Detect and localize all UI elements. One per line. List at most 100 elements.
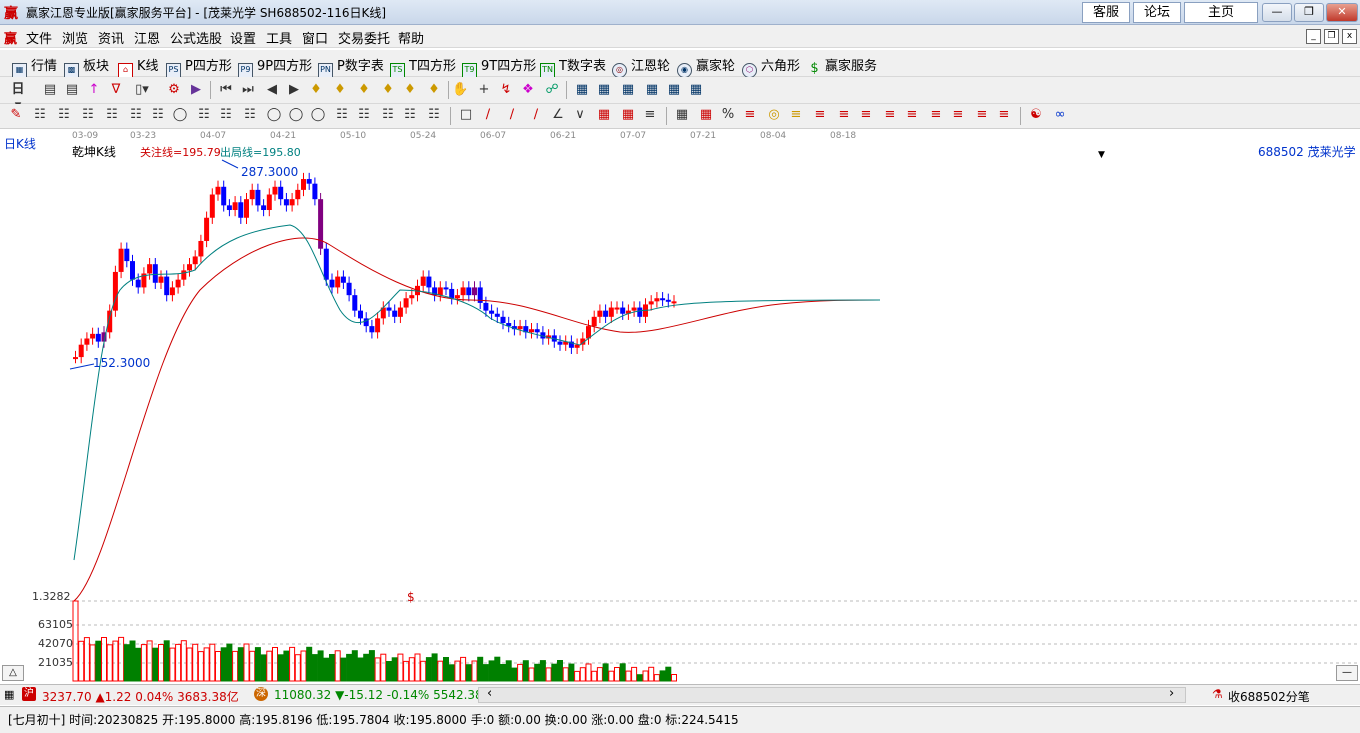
menu-trade[interactable]: 交易委托 [338, 28, 390, 47]
first-icon[interactable]: ⏮ [218, 82, 234, 98]
tool-t-table[interactable]: TN T数字表 [540, 55, 606, 78]
percent-icon[interactable]: % [720, 107, 736, 123]
draw-tool-icon-5[interactable]: ☷ [128, 107, 144, 123]
wave-icon[interactable]: ∨ [572, 107, 588, 123]
last-icon[interactable]: ⏭ [240, 82, 256, 98]
tool-winner-service[interactable]: $ 赢家服务 [808, 55, 877, 76]
left-icon[interactable]: ◀ [264, 82, 280, 98]
network-icon[interactable]: ☍ [544, 82, 560, 98]
volume-selector-icon[interactable]: ▯▾ [134, 82, 150, 98]
circle-tool-icon[interactable]: ◯ [172, 107, 188, 123]
expand-up-icon[interactable]: △ [2, 665, 24, 681]
infinity-icon[interactable]: ∞ [1052, 107, 1068, 123]
menu-news[interactable]: 资讯 [98, 28, 124, 47]
draw-tool-icon-7[interactable]: ☷ [196, 107, 212, 123]
calendar-icon[interactable]: ▦ [574, 82, 590, 98]
tool-9t-square[interactable]: T9 9T四方形 [462, 55, 536, 78]
weekly-icon[interactable]: ▤ [42, 82, 58, 98]
scroll-right-icon[interactable]: › [1169, 686, 1174, 701]
angle-icon[interactable]: ∠ [550, 107, 566, 123]
fan-line-icon-3[interactable]: ∕ [528, 107, 544, 123]
circle-tool-icon-4[interactable]: ◯ [310, 107, 326, 123]
tool-winner-wheel[interactable]: ◉ 赢家轮 [677, 55, 735, 78]
level-tool-icon-10[interactable]: ≡ [974, 107, 990, 123]
coin-icon[interactable]: ◎ [766, 107, 782, 123]
draw-tool-icon-3[interactable]: ☷ [80, 107, 96, 123]
mdi-minimize-button[interactable]: _ [1306, 29, 1321, 44]
forum-link[interactable]: 论坛 [1133, 2, 1181, 23]
draw-tool-icon-1[interactable]: ☷ [32, 107, 48, 123]
maximize-button[interactable]: ❐ [1294, 3, 1324, 22]
grid-tool-icon[interactable]: ▦ [596, 107, 612, 123]
tool-quote[interactable]: ▦ 行情 [12, 55, 57, 78]
gann-fan-icon-6[interactable]: ♦ [426, 82, 442, 98]
close-button[interactable]: ✕ [1326, 3, 1358, 22]
menu-browse[interactable]: 浏览 [62, 28, 88, 47]
level-tool-icon[interactable]: ≡ [742, 107, 758, 123]
cube-icon[interactable]: ❖ [520, 82, 536, 98]
tool-t-square[interactable]: TS T四方形 [390, 55, 456, 78]
draw-tool-icon-10[interactable]: ☷ [334, 107, 350, 123]
draw-tool-icon-8[interactable]: ☷ [218, 107, 234, 123]
shanghai-index-icon[interactable]: 沪 [22, 687, 36, 701]
draw-tool-icon-9[interactable]: ☷ [242, 107, 258, 123]
menu-file[interactable]: 文件 [26, 28, 52, 47]
grid-tool-icon-2[interactable]: ▦ [620, 107, 636, 123]
circle-tool-icon-3[interactable]: ◯ [288, 107, 304, 123]
scroll-left-icon[interactable]: ‹ [487, 686, 492, 701]
print-icon[interactable]: ▦ [666, 82, 682, 98]
gann-fan-icon-1[interactable]: ♦ [308, 82, 324, 98]
tool-hexagon[interactable]: ⬡ 六角形 [742, 55, 800, 78]
crosshair-icon[interactable]: + [476, 82, 492, 98]
gann-fan-icon-4[interactable]: ♦ [380, 82, 396, 98]
tick-icon[interactable]: ⚗ [1212, 687, 1223, 701]
tick-data-label[interactable]: 收688502分笔 [1228, 688, 1310, 705]
hand-icon[interactable]: ✋ [452, 82, 468, 98]
menu-window[interactable]: 窗口 [302, 28, 328, 47]
level-tool-icon-3[interactable]: ≡ [812, 107, 828, 123]
grid-icon[interactable]: ▦ [620, 82, 636, 98]
settings-icon[interactable]: ⚙ [166, 82, 182, 98]
circle-tool-icon-2[interactable]: ◯ [266, 107, 282, 123]
menu-help[interactable]: 帮助 [398, 28, 424, 47]
draw-tool-icon-11[interactable]: ☷ [356, 107, 372, 123]
shenzhen-index-icon[interactable]: 深 [254, 687, 268, 701]
draw-tool-icon-12[interactable]: ☷ [380, 107, 396, 123]
menu-settings[interactable]: 设置 [230, 28, 256, 47]
lines-tool-icon[interactable]: ≡ [642, 107, 658, 123]
menu-formula[interactable]: 公式选股 [170, 28, 222, 47]
fan-line-icon[interactable]: ∕ [480, 107, 496, 123]
tool-9p-square[interactable]: P9 9P四方形 [238, 55, 312, 78]
gann-fan-icon-5[interactable]: ♦ [402, 82, 418, 98]
yinyang-icon[interactable]: ☯ [1028, 107, 1044, 123]
candle-icon[interactable]: ↑ [86, 82, 102, 98]
level-tool-icon-2[interactable]: ≡ [788, 107, 804, 123]
level-tool-icon-8[interactable]: ≡ [928, 107, 944, 123]
export-icon[interactable]: ▦ [688, 82, 704, 98]
draw-tool-icon-14[interactable]: ☷ [426, 107, 442, 123]
tool-p-table[interactable]: PN P数字表 [318, 55, 384, 78]
collapse-icon[interactable]: — [1336, 665, 1358, 681]
level-tool-icon-5[interactable]: ≡ [858, 107, 874, 123]
right-icon[interactable]: ▶ [286, 82, 302, 98]
level-tool-icon-7[interactable]: ≡ [904, 107, 920, 123]
mdi-restore-button[interactable]: ❐ [1324, 29, 1339, 44]
tool-sector[interactable]: ▩ 板块 [64, 55, 109, 78]
minimize-button[interactable]: — [1262, 3, 1292, 22]
gann-fan-icon-3[interactable]: ♦ [356, 82, 372, 98]
gann-fan-icon-2[interactable]: ♦ [332, 82, 348, 98]
draw-tool-icon-6[interactable]: ☷ [150, 107, 166, 123]
horizontal-scrollbar[interactable]: ‹ › [478, 686, 1186, 703]
mdi-close-button[interactable]: x [1342, 29, 1357, 44]
period-selector-icon[interactable]: 日▾ [10, 82, 26, 113]
level-tool-icon-11[interactable]: ≡ [996, 107, 1012, 123]
ratio-tool-icon[interactable]: ▦ [698, 107, 714, 123]
homepage-link[interactable]: 主页 [1184, 2, 1258, 23]
save-icon[interactable]: ▦ [644, 82, 660, 98]
customer-service-link[interactable]: 客服 [1082, 2, 1130, 23]
level-tool-icon-6[interactable]: ≡ [882, 107, 898, 123]
color-icon[interactable]: ▶ [188, 82, 204, 98]
menu-gann[interactable]: 江恩 [134, 28, 160, 47]
bar-icon[interactable]: ∇ [108, 82, 124, 98]
tool-gann-wheel[interactable]: ◎ 江恩轮 [612, 55, 670, 78]
